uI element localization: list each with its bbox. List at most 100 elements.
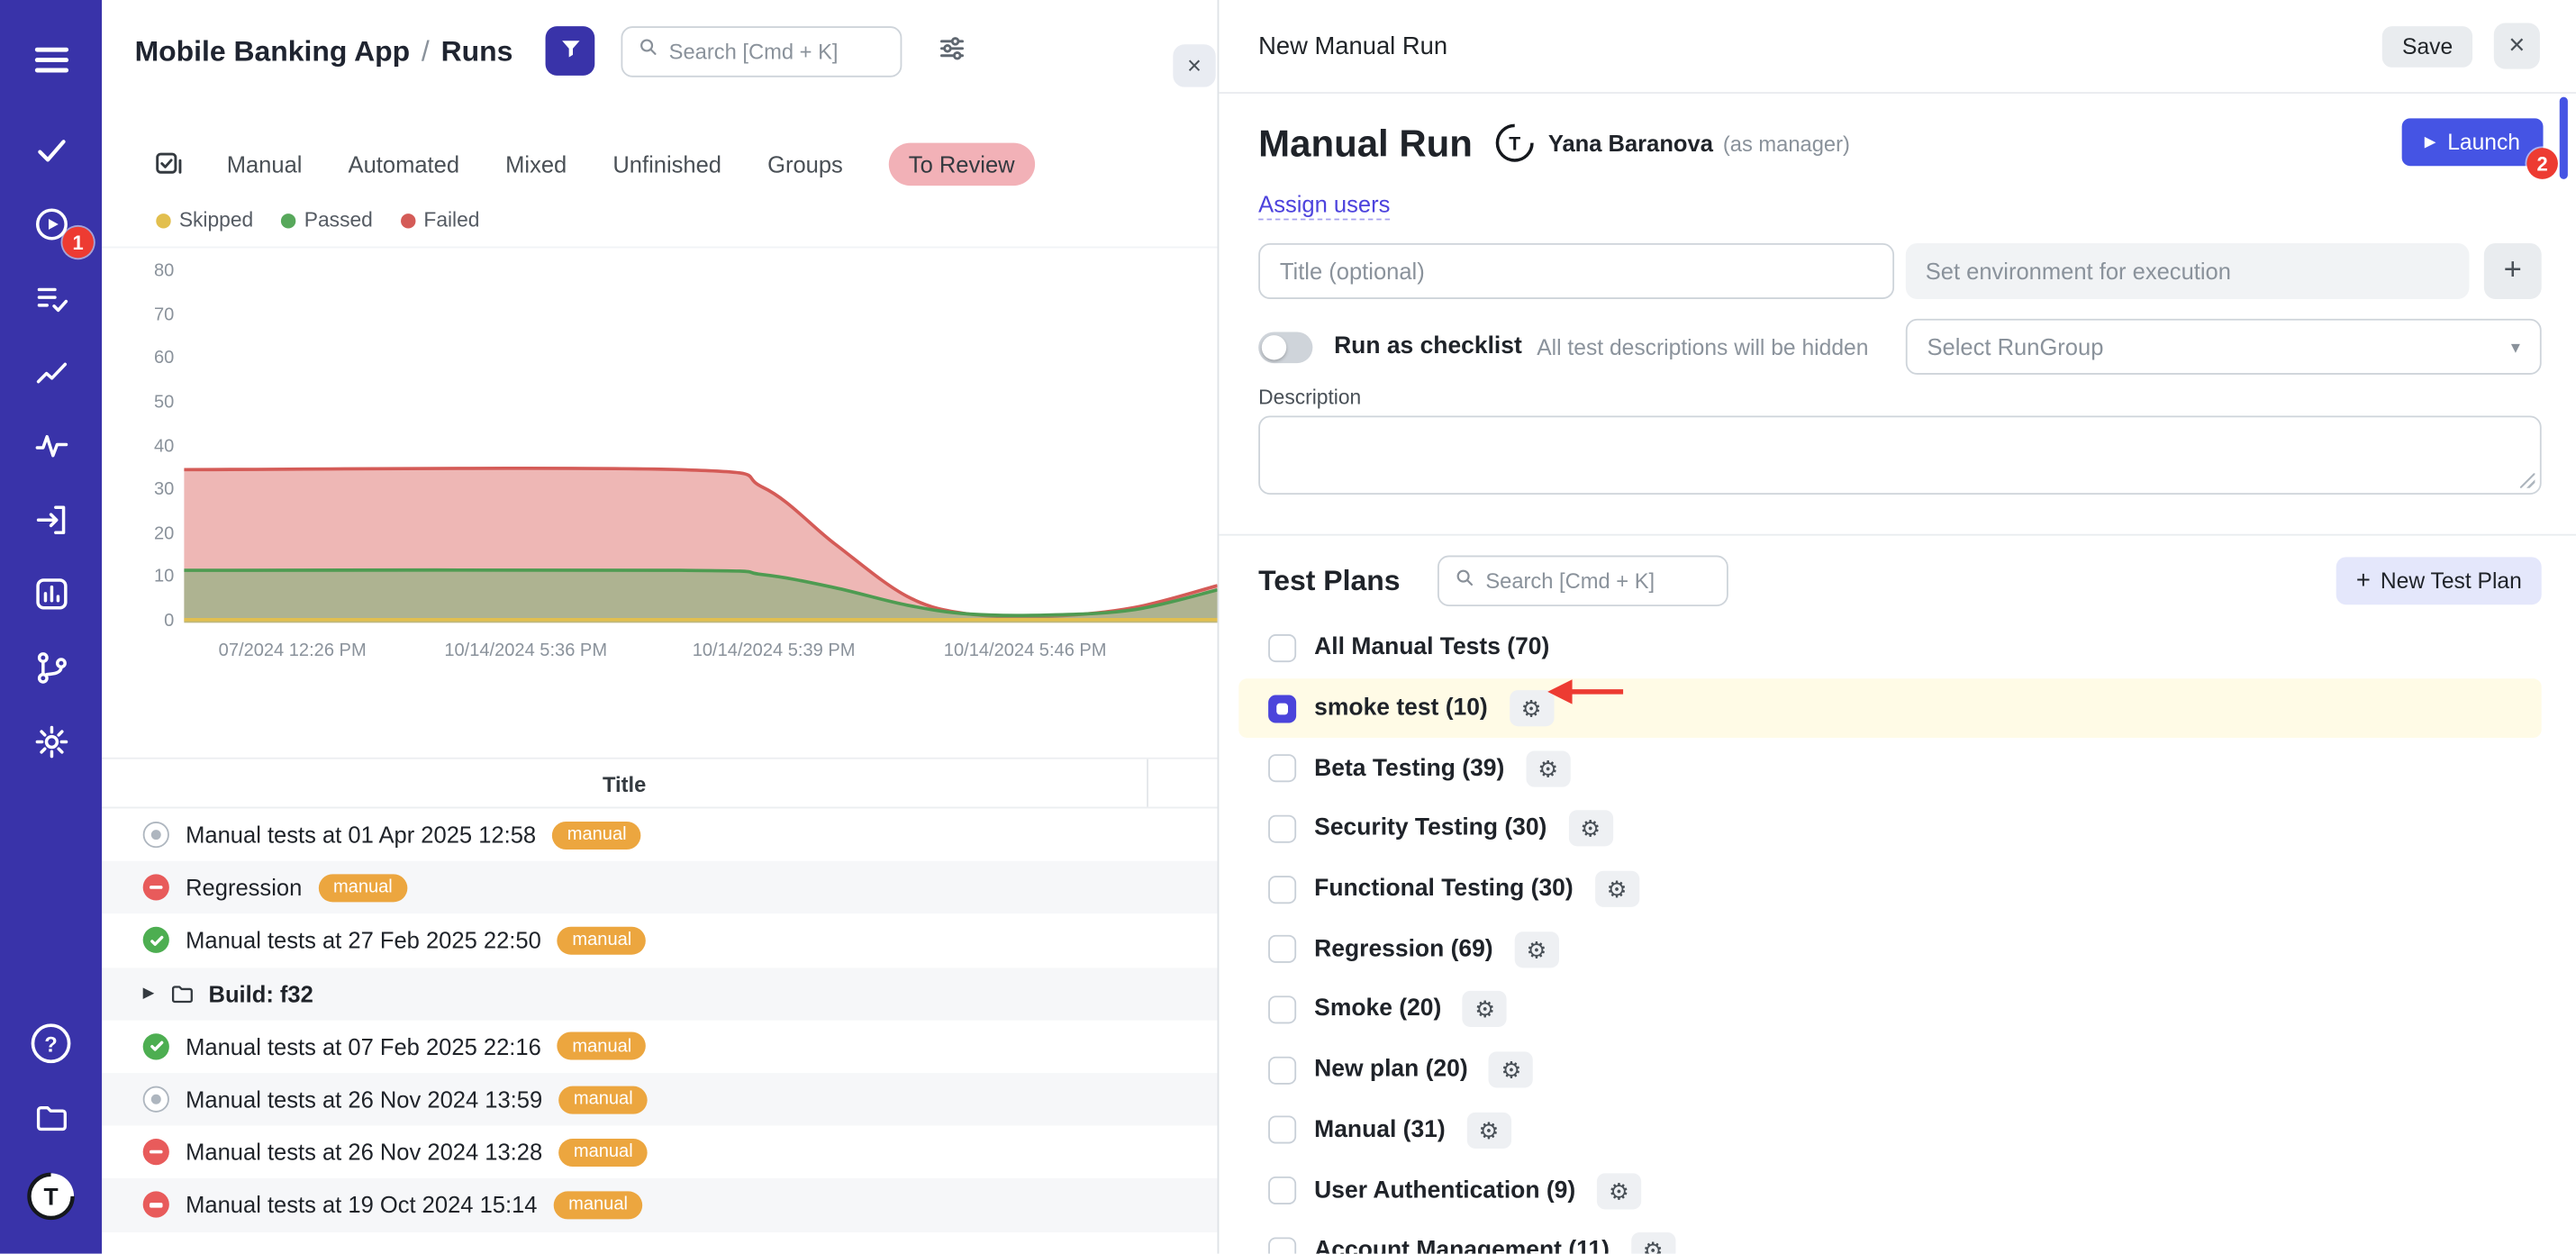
plan-settings-button[interactable]: ⚙	[1466, 1113, 1510, 1149]
plan-label[interactable]: Regression (69)	[1314, 936, 1492, 962]
plan-settings-button[interactable]: ⚙	[1509, 690, 1553, 726]
tab-automated[interactable]: Automated	[349, 151, 460, 177]
plan-checkbox[interactable]	[1268, 634, 1296, 662]
run-title[interactable]: Manual tests at 26 Nov 2024 13:59	[186, 1086, 542, 1113]
expand-icon[interactable]: ▶	[143, 985, 155, 1003]
run-row[interactable]: Regressionmanual	[102, 861, 1217, 914]
activity-icon[interactable]	[30, 424, 72, 467]
plan-checkbox[interactable]	[1268, 815, 1296, 843]
run-row[interactable]: Manual tests at 26 Nov 2024 13:59manual	[102, 1073, 1217, 1126]
runs-search-input[interactable]	[669, 39, 886, 63]
breadcrumb-project[interactable]: Mobile Banking App	[135, 33, 411, 66]
plan-settings-button[interactable]: ⚙	[1526, 750, 1570, 786]
plan-checkbox[interactable]	[1268, 875, 1296, 903]
plan-label[interactable]: Smoke (20)	[1314, 996, 1441, 1022]
runs-search[interactable]	[621, 25, 903, 77]
test-plans-search[interactable]	[1438, 556, 1728, 607]
run-title-input[interactable]	[1258, 243, 1894, 299]
test-plan-row-regression-69-[interactable]: Regression (69) ⚙	[1238, 919, 2541, 979]
test-plan-row-beta-testing-39-[interactable]: Beta Testing (39) ⚙	[1238, 739, 2541, 799]
plan-checkbox[interactable]	[1268, 935, 1296, 963]
plan-label[interactable]: New plan (20)	[1314, 1057, 1467, 1083]
plan-checkbox[interactable]	[1268, 1237, 1296, 1254]
plan-label[interactable]: Security Testing (30)	[1314, 815, 1547, 841]
plan-checkbox[interactable]	[1268, 1177, 1296, 1204]
test-plan-row-manual-31-[interactable]: Manual (31) ⚙	[1238, 1100, 2541, 1160]
help-icon[interactable]: ?	[32, 1023, 71, 1063]
plan-checkbox[interactable]	[1268, 995, 1296, 1023]
environment-input[interactable]	[1906, 243, 2470, 299]
run-group-row[interactable]: ▶Build: f32	[102, 968, 1217, 1021]
test-plan-row-smoke-test-10-[interactable]: smoke test (10) ⚙	[1238, 678, 2541, 739]
plan-settings-button[interactable]: ⚙	[1631, 1232, 1675, 1253]
exit-icon[interactable]	[30, 498, 72, 541]
run-title[interactable]: Manual tests at 26 Nov 2024 13:28	[186, 1139, 542, 1165]
plan-label[interactable]: User Authentication (9)	[1314, 1177, 1575, 1204]
tab-groups[interactable]: Groups	[767, 151, 843, 177]
filter-settings-button[interactable]	[933, 32, 969, 68]
tab-mixed[interactable]: Mixed	[505, 151, 567, 177]
plan-label[interactable]: Beta Testing (39)	[1314, 756, 1504, 782]
plan-settings-button[interactable]: ⚙	[1594, 871, 1638, 907]
chart-legend: SkippedPassedFailed	[156, 209, 479, 232]
branch-icon[interactable]	[30, 646, 72, 688]
user-avatar[interactable]: T	[26, 1171, 76, 1221]
new-test-plan-button[interactable]: + New Test Plan	[2336, 557, 2542, 604]
test-plan-row-security-testing-30-[interactable]: Security Testing (30) ⚙	[1238, 799, 2541, 859]
plan-label[interactable]: All Manual Tests (70)	[1314, 635, 1549, 661]
sidebar-nav: 1	[0, 0, 102, 762]
plan-settings-button[interactable]: ⚙	[1489, 1052, 1533, 1088]
run-title[interactable]: Manual tests at 19 Oct 2024 15:14	[186, 1192, 537, 1218]
plan-checkbox[interactable]	[1268, 755, 1296, 783]
test-plan-row-smoke-20-[interactable]: Smoke (20) ⚙	[1238, 979, 2541, 1040]
test-plan-row-new-plan-20-[interactable]: New plan (20) ⚙	[1238, 1040, 2541, 1100]
plan-label[interactable]: Functional Testing (30)	[1314, 876, 1574, 902]
tab-to-review[interactable]: To Review	[889, 143, 1035, 186]
panel-close-button[interactable]: ×	[2494, 23, 2540, 69]
plan-checkbox[interactable]	[1268, 695, 1296, 722]
plan-settings-button[interactable]: ⚙	[1597, 1172, 1641, 1208]
runs-panel-close-button[interactable]: ×	[1173, 44, 1215, 86]
run-row[interactable]: Manual tests at 01 Apr 2025 12:58manual	[102, 808, 1217, 861]
play-icon[interactable]: 1	[30, 202, 72, 244]
plan-settings-button[interactable]: ⚙	[1514, 931, 1558, 968]
run-title[interactable]: Manual tests at 01 Apr 2025 12:58	[186, 822, 536, 848]
settings-icon[interactable]	[30, 720, 72, 762]
run-row[interactable]: Manual tests at 26 Nov 2024 13:28manual	[102, 1126, 1217, 1179]
plan-checkbox[interactable]	[1268, 1116, 1296, 1144]
tab-manual[interactable]: Manual	[227, 151, 303, 177]
test-plan-row-functional-testing-30-[interactable]: Functional Testing (30) ⚙	[1238, 859, 2541, 919]
test-runs-icon[interactable]	[30, 276, 72, 318]
save-button[interactable]: Save	[2382, 25, 2472, 67]
assign-users-link[interactable]: Assign users	[1258, 191, 1390, 221]
rungroup-select[interactable]: Select RunGroup ▾	[1906, 319, 2542, 375]
filter-button[interactable]	[546, 26, 595, 76]
run-row[interactable]: Manual tests at 07 Feb 2025 22:16manual	[102, 1020, 1217, 1073]
reports-icon[interactable]	[30, 572, 72, 614]
description-textarea[interactable]	[1258, 415, 2542, 495]
check-icon[interactable]	[30, 128, 72, 170]
launch-button[interactable]: ▶ Launch	[2401, 118, 2543, 166]
plan-settings-button[interactable]: ⚙	[1568, 811, 1612, 847]
docs-icon[interactable]	[30, 1096, 72, 1139]
run-row[interactable]: Manual tests at 19 Oct 2024 15:14manual	[102, 1178, 1217, 1231]
add-environment-button[interactable]: +	[2484, 243, 2542, 299]
plan-label[interactable]: smoke test (10)	[1314, 695, 1488, 722]
test-plan-row-all-manual-tests-70-[interactable]: All Manual Tests (70)	[1238, 618, 2541, 678]
plan-label[interactable]: Manual (31)	[1314, 1117, 1445, 1143]
menu-icon[interactable]	[30, 38, 72, 80]
test-plans-search-input[interactable]	[1485, 568, 1712, 593]
run-title[interactable]: Manual tests at 07 Feb 2025 22:16	[186, 1033, 541, 1059]
plan-checkbox[interactable]	[1268, 1056, 1296, 1084]
test-plan-row-account-management-11-[interactable]: Account Management (11) ⚙	[1238, 1221, 2541, 1254]
run-as-checklist-toggle[interactable]	[1258, 332, 1312, 363]
run-title[interactable]: Regression	[186, 875, 302, 901]
plan-label[interactable]: Account Management (11)	[1314, 1238, 1610, 1254]
run-title[interactable]: Manual tests at 27 Feb 2025 22:50	[186, 928, 541, 954]
plan-settings-button[interactable]: ⚙	[1463, 992, 1507, 1028]
insights-icon[interactable]	[30, 350, 72, 393]
scrollbar-thumb[interactable]	[2560, 97, 2568, 179]
tab-unfinished[interactable]: Unfinished	[612, 151, 721, 177]
run-row[interactable]: Manual tests at 27 Feb 2025 22:50manual	[102, 914, 1217, 968]
test-plan-row-user-authentication-9-[interactable]: User Authentication (9) ⚙	[1238, 1160, 2541, 1221]
